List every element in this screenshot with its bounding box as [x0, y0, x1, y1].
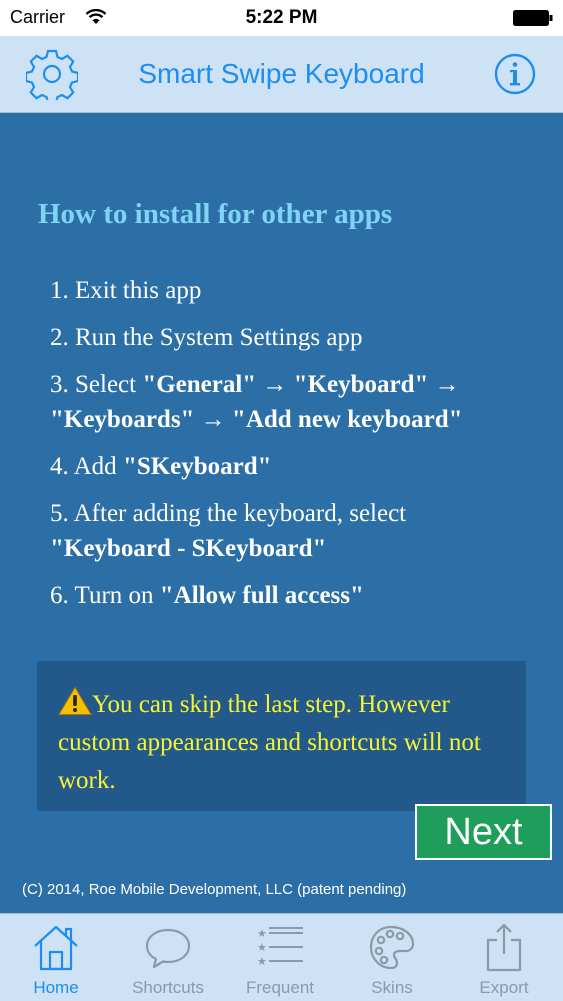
tab-export[interactable]: Export: [448, 914, 560, 1001]
step-2: 2. Run the System Settings app: [50, 324, 363, 351]
app-title: Smart Swipe Keyboard: [138, 58, 425, 89]
step-5-bold: "Keyboard - SKeyboard": [50, 535, 327, 562]
step-6: 6. Turn on "Allow full access": [50, 578, 530, 613]
tab-bar: Home Shortcuts ★ ★ ★ Frequent Skins Expo…: [0, 913, 563, 1001]
step-3: 3. Select "General" → "Keyboard" → "Keyb…: [50, 367, 530, 437]
instructions-panel: How to install for other apps 1. Exit th…: [0, 113, 563, 913]
tab-frequent[interactable]: ★ ★ ★ Frequent: [224, 914, 336, 1001]
svg-text:★: ★: [257, 955, 267, 968]
step-1: 1. Exit this app: [50, 277, 202, 304]
tab-skins-label: Skins: [371, 978, 413, 997]
home-icon: [34, 925, 78, 971]
step-6-text: 6. Turn on: [50, 582, 160, 609]
tab-shortcuts[interactable]: Shortcuts: [112, 914, 224, 1001]
step-4-text: 4. Add: [50, 453, 123, 480]
steps-list: 1. Exit this app 2. Run the System Setti…: [50, 273, 530, 625]
svg-text:★: ★: [257, 927, 267, 940]
info-icon[interactable]: [494, 53, 536, 95]
step-6-bold: "Allow full access": [159, 582, 364, 609]
svg-text:★: ★: [257, 941, 267, 954]
status-time: 5:22 PM: [245, 7, 318, 28]
share-icon: [486, 923, 522, 972]
tab-home-label: Home: [33, 978, 79, 997]
starred-list-icon: ★ ★ ★: [257, 927, 303, 968]
tab-shortcuts-label: Shortcuts: [132, 978, 204, 997]
tab-skins[interactable]: Skins: [336, 914, 448, 1001]
step-3-text: 3. Select: [50, 371, 143, 398]
speech-bubble-icon: [145, 928, 191, 969]
warning-icon: [58, 686, 92, 716]
page-heading: How to install for other apps: [38, 198, 393, 230]
battery-icon: [513, 10, 553, 26]
warning-box: You can skip the last step. However cust…: [37, 661, 526, 811]
next-button[interactable]: Next: [415, 804, 552, 860]
nav-bar: Smart Swipe Keyboard: [0, 36, 563, 113]
warning-text-container: You can skip the last step. However cust…: [58, 686, 513, 800]
step-5-text: 5. After adding the keyboard, select: [50, 500, 407, 527]
palette-icon: [369, 925, 415, 970]
step-4: 4. Add "SKeyboard": [50, 449, 530, 484]
tab-export-label: Export: [479, 978, 529, 997]
tab-frequent-label: Frequent: [245, 978, 315, 997]
copyright-text: (C) 2014, Roe Mobile Development, LLC (p…: [22, 881, 407, 898]
tab-home[interactable]: Home: [0, 914, 112, 1001]
step-5: 5. After adding the keyboard, select "Ke…: [50, 496, 530, 566]
status-bar: Carrier 5:22 PM: [0, 0, 563, 36]
warning-text: You can skip the last step. However cust…: [58, 691, 481, 794]
step-4-bold: "SKeyboard": [122, 453, 272, 480]
